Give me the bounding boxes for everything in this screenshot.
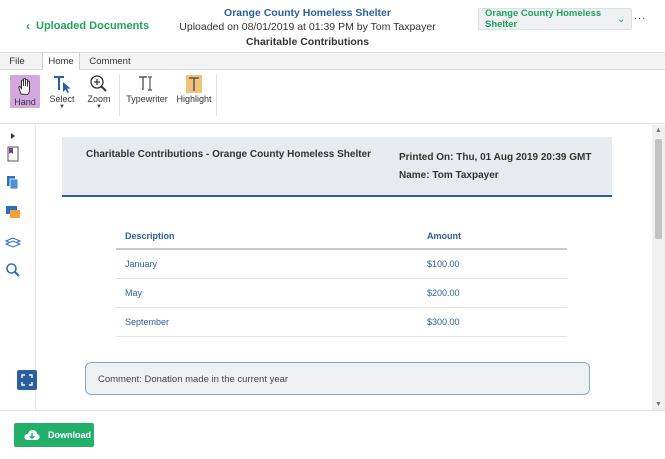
row-amount: $100.00 [427, 259, 460, 269]
document-title: Charitable Contributions [245, 36, 370, 48]
bookmark-icon[interactable] [5, 146, 21, 162]
upload-info: Uploaded on 08/01/2019 at 01:39 PM by To… [179, 21, 436, 33]
footer-bar: Download [0, 410, 665, 459]
zoom-dropdown-caret-icon: ▼ [96, 104, 102, 110]
row-amount: $300.00 [427, 317, 460, 327]
text-select-icon [54, 76, 71, 93]
left-sidebar [0, 125, 26, 410]
menu-bar: File Home Comment [0, 52, 665, 71]
printed-on-text: Printed On: Thu, 01 Aug 2019 20:39 GMT [399, 152, 592, 163]
fullscreen-icon [21, 374, 33, 386]
highlight-tool-button[interactable]: Highlight [174, 74, 214, 104]
scroll-down-arrow-icon[interactable]: ▼ [655, 401, 662, 408]
tab-home[interactable]: Home [42, 53, 80, 71]
table-row: January $100.00 [116, 250, 567, 279]
tab-comment[interactable]: Comment [84, 53, 136, 70]
back-link-label: Uploaded Documents [36, 20, 150, 32]
row-description: January [125, 259, 158, 269]
pages-icon[interactable] [5, 175, 21, 191]
row-amount: $200.00 [427, 288, 460, 298]
organization-select[interactable]: Orange County Homeless Shelter ⌄ [478, 8, 632, 30]
highlight-icon [186, 75, 202, 93]
scroll-up-arrow-icon[interactable]: ▲ [655, 127, 662, 134]
app-header: ‹ Uploaded Documents Orange County Homel… [0, 0, 665, 52]
row-description: May [125, 288, 143, 298]
organization-select-value: Orange County Homeless Shelter [485, 8, 602, 30]
vertical-scrollbar[interactable]: ▲ ▼ [652, 125, 665, 410]
layers-icon[interactable] [5, 233, 21, 249]
column-header-amount: Amount [427, 231, 461, 241]
hand-icon [18, 77, 30, 96]
document-heading: Charitable Contributions - Orange County… [86, 149, 372, 160]
expand-arrow-icon[interactable] [9, 132, 17, 140]
header-info: Orange County Homeless Shelter Uploaded … [150, 7, 465, 50]
download-button-label: Download [48, 430, 91, 440]
contributions-table: Description Amount January $100.00 May $… [116, 222, 567, 337]
comment-box: Comment: Donation made in the current ye… [85, 362, 590, 395]
zoom-tool-button[interactable]: Zoom ▼ [84, 74, 114, 110]
table-row: May $200.00 [116, 279, 567, 308]
column-header-description: Description [125, 231, 175, 241]
highlight-tool-label: Highlight [176, 94, 212, 104]
scrollbar-thumb[interactable] [655, 139, 662, 239]
fullscreen-button[interactable] [17, 370, 37, 390]
taxpayer-name-text: Name: Tom Taxpayer [399, 170, 499, 181]
table-header: Description Amount [116, 222, 567, 250]
zoom-tool-label: Zoom [87, 94, 111, 104]
select-tool-label: Select [49, 94, 75, 104]
table-row: September $300.00 [116, 308, 567, 337]
more-options-button[interactable]: ... [634, 10, 646, 22]
comments-icon[interactable] [5, 204, 21, 220]
hand-tool-button[interactable]: Hand [10, 75, 40, 108]
typewriter-icon [139, 76, 152, 91]
hand-tool-label: Hand [14, 97, 36, 107]
search-icon[interactable] [5, 262, 21, 278]
toolbar-divider [216, 74, 217, 116]
select-tool-button[interactable]: Select ▼ [47, 74, 77, 110]
toolbar-divider [119, 74, 120, 116]
organization-title: Orange County Homeless Shelter [224, 7, 391, 19]
typewriter-tool-label: Typewriter [126, 94, 168, 104]
select-dropdown-caret-icon: ▼ [59, 104, 65, 110]
download-button[interactable]: Download [14, 423, 94, 447]
row-description: September [125, 317, 170, 327]
document-meta: Printed On: Thu, 01 Aug 2019 20:39 GMT N… [399, 149, 591, 185]
chevron-down-icon: ⌄ [617, 14, 625, 24]
tab-file[interactable]: File [4, 53, 30, 70]
cloud-download-icon [24, 430, 40, 440]
chevron-left-icon: ‹ [26, 19, 30, 33]
zoom-in-icon [90, 75, 107, 92]
typewriter-tool-button[interactable]: Typewriter [124, 74, 170, 104]
back-to-uploaded-documents-link[interactable]: ‹ Uploaded Documents [26, 19, 149, 33]
toolbar: Hand Select ▼ Zoom ▼ Typewriter Highligh… [0, 70, 665, 124]
document-header: Charitable Contributions - Orange County… [62, 137, 612, 197]
